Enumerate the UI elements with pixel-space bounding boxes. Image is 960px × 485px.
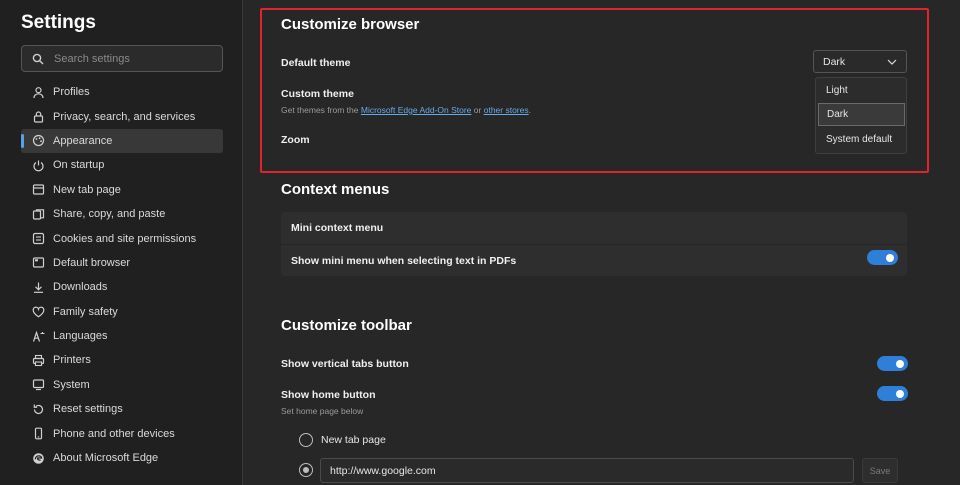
custom-theme-label: Custom theme [281,88,354,100]
sidebar-item-label: Downloads [53,281,108,294]
home-button-subtext: Set home page below [281,406,364,416]
theme-dropdown-menu: Light Dark System default [815,77,907,154]
sidebar-item-default-browser[interactable]: Default browser [21,251,223,275]
sidebar-item-label: Share, copy, and paste [53,208,166,221]
sidebar-item-printers[interactable]: Printers [21,348,223,372]
browser-icon [32,257,45,269]
sidebar-item-profiles[interactable]: Profiles [21,80,223,104]
printer-icon [32,354,45,367]
sidebar-item-label: On startup [53,159,105,172]
radio-new-tab-page-label: New tab page [321,434,386,446]
mini-context-menu-card: Mini context menu Show mini menu when se… [281,212,907,276]
default-theme-dropdown[interactable]: Dark [813,50,907,73]
default-theme-value: Dark [823,55,846,68]
download-icon [34,282,43,293]
home-url-input[interactable] [320,458,854,483]
search-box[interactable] [21,45,223,72]
sidebar-nav: Profiles Privacy, search, and services A… [21,80,223,470]
sidebar-item-about-edge[interactable]: About Microsoft Edge [21,446,223,470]
zoom-label: Zoom [281,134,310,146]
vertical-tabs-toggle[interactable] [877,356,908,371]
share-icon [32,208,45,220]
cookies-icon [32,232,45,245]
power-icon [33,160,44,172]
custom-theme-desc-suffix: . [528,105,531,115]
toggle-knob [896,389,904,398]
family-icon [32,306,45,318]
search-icon [32,53,44,64]
save-button[interactable]: Save [862,458,898,483]
custom-theme-description: Get themes from the Microsoft Edge Add-O… [281,105,531,115]
sidebar-item-label: New tab page [53,183,121,196]
theme-option-system-default[interactable]: System default [818,128,905,151]
lock-icon [33,111,44,123]
phone-icon [34,427,43,440]
theme-option-dark[interactable]: Dark [818,103,905,126]
sidebar-item-languages[interactable]: Languages [21,324,223,348]
radio-custom-url[interactable] [299,463,313,477]
system-icon [32,379,45,391]
new-tab-icon [32,184,45,195]
pdf-mini-menu-label: Show mini menu when selecting text in PD… [291,254,517,267]
sidebar-item-label: Profiles [53,86,90,99]
sidebar-item-label: Phone and other devices [53,427,175,440]
other-stores-link[interactable]: other stores [484,105,529,115]
default-theme-label: Default theme [281,57,351,69]
sidebar: Settings Profiles Privacy, search, and s… [0,0,243,485]
sidebar-item-family-safety[interactable]: Family safety [21,300,223,324]
toggle-knob [896,359,904,368]
sidebar-item-label: Languages [53,330,108,343]
sidebar-item-label: System [53,378,90,391]
addon-store-link[interactable]: Microsoft Edge Add-On Store [361,105,472,115]
customize-toolbar-title: Customize toolbar [281,317,412,334]
sidebar-item-share-copy-paste[interactable]: Share, copy, and paste [21,202,223,226]
sidebar-item-cookies[interactable]: Cookies and site permissions [21,226,223,250]
search-input[interactable] [54,52,214,65]
sidebar-item-privacy[interactable]: Privacy, search, and services [21,104,223,128]
vertical-tabs-label: Show vertical tabs button [281,358,409,370]
languages-icon [32,330,45,342]
theme-option-light[interactable]: Light [818,79,905,102]
sidebar-item-appearance[interactable]: Appearance [21,128,223,154]
sidebar-item-label: Cookies and site permissions [53,232,197,245]
sidebar-item-label: Appearance [53,134,113,147]
custom-theme-desc-mid: or [473,105,482,115]
reset-icon [33,404,44,414]
sidebar-item-label: Default browser [53,256,131,269]
customize-browser-title: Customize browser [281,16,420,33]
sidebar-item-label: Family safety [53,305,118,318]
sidebar-title: Settings [21,12,96,33]
mini-context-menu-title: Mini context menu [291,222,384,234]
sidebar-item-reset-settings[interactable]: Reset settings [21,397,223,421]
profile-icon [33,86,44,98]
sidebar-item-system[interactable]: System [21,373,223,397]
custom-theme-desc-prefix: Get themes from the [281,105,359,115]
edge-icon [33,452,44,464]
sidebar-item-on-startup[interactable]: On startup [21,153,223,177]
toggle-knob [886,253,894,262]
context-menus-title: Context menus [281,181,390,198]
sidebar-item-label: Privacy, search, and services [53,110,196,123]
home-button-toggle[interactable] [877,386,908,401]
sidebar-item-label: Reset settings [53,403,123,416]
sidebar-item-label: Printers [53,354,91,367]
sidebar-item-new-tab-page[interactable]: New tab page [21,178,223,202]
sidebar-item-label: About Microsoft Edge [53,452,159,465]
pdf-mini-menu-toggle[interactable] [867,250,898,265]
sidebar-item-phone-devices[interactable]: Phone and other devices [21,421,223,445]
home-button-label: Show home button [281,389,376,401]
chevron-down-icon [887,59,897,65]
sidebar-item-downloads[interactable]: Downloads [21,275,223,299]
appearance-icon [32,135,45,147]
radio-new-tab-page[interactable] [299,433,313,447]
